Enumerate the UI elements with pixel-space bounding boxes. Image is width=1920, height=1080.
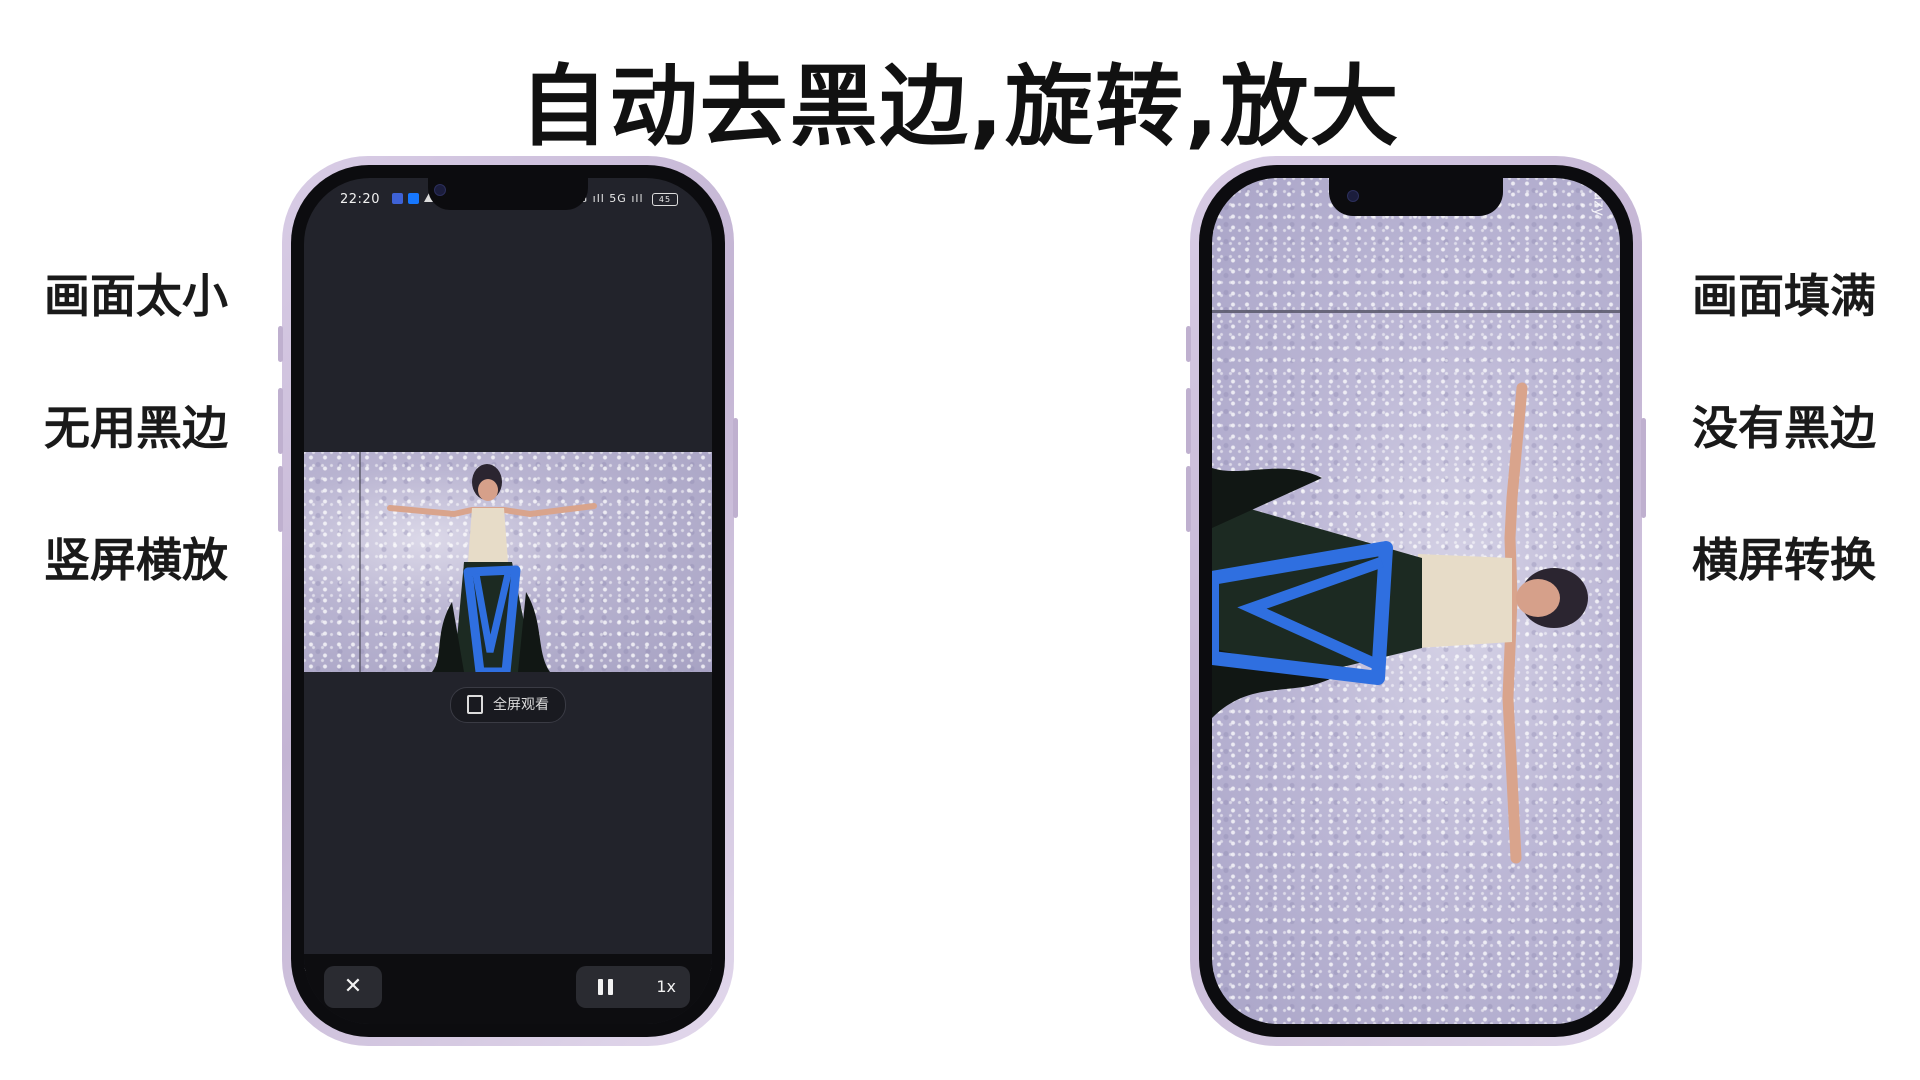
volume-up-button <box>278 388 283 454</box>
pause-icon[interactable] <box>598 979 614 995</box>
fullscreen-button-label: 全屏观看 <box>493 697 549 713</box>
front-camera <box>434 184 446 196</box>
label-portrait-sideways: 竖屏横放 <box>44 533 228 587</box>
label-screen-filled: 画面填满 <box>1692 269 1876 323</box>
label-no-borders: 没有黑边 <box>1692 401 1876 455</box>
phone-screen: 22:20 5G ıll 5G ıll 45 全屏观看 ✕ 1x <box>304 178 712 1024</box>
fullscreen-rotate-icon <box>467 694 483 714</box>
label-too-small: 画面太小 <box>44 269 228 323</box>
performer-illustration-rotated <box>1212 382 1588 864</box>
status-time: 22:20 <box>340 192 380 207</box>
close-button[interactable]: ✕ <box>324 966 382 1008</box>
playback-speed-button[interactable]: 1x <box>656 966 676 1008</box>
volume-down-button <box>278 466 283 532</box>
fullscreen-watch-button[interactable]: 全屏观看 <box>450 687 566 723</box>
close-icon: ✕ <box>343 974 363 999</box>
battery-icon: 45 <box>652 192 678 206</box>
mute-switch <box>278 326 283 362</box>
label-useless-borders: 无用黑边 <box>44 401 228 455</box>
camera-notch <box>428 178 588 210</box>
video-frame[interactable] <box>304 452 712 672</box>
phone-bezel: Ct.Crazy <box>1199 165 1633 1037</box>
mute-switch <box>1186 326 1191 362</box>
page-headline: 自动去黑边,旋转,放大 <box>519 55 1401 158</box>
phone-bezel: 22:20 5G ıll 5G ıll 45 全屏观看 ✕ 1x <box>291 165 725 1037</box>
playback-controls: 1x <box>576 966 690 1008</box>
player-control-bar: ✕ 1x <box>304 954 712 1024</box>
camera-notch <box>1329 178 1503 216</box>
volume-down-button <box>1186 466 1191 532</box>
volume-up-button <box>1186 388 1191 454</box>
status-app-icon <box>392 193 403 204</box>
power-button <box>1641 418 1646 518</box>
performer-illustration <box>387 464 597 672</box>
phone-before: 22:20 5G ıll 5G ıll 45 全屏观看 ✕ 1x <box>278 156 738 1046</box>
alipay-icon <box>408 193 419 204</box>
fullscreen-video[interactable]: Ct.Crazy <box>1212 178 1620 1024</box>
label-landscape-convert: 横屏转换 <box>1692 533 1876 587</box>
front-camera <box>1347 190 1359 202</box>
phone-after: Ct.Crazy <box>1186 156 1646 1046</box>
power-button <box>733 418 738 518</box>
